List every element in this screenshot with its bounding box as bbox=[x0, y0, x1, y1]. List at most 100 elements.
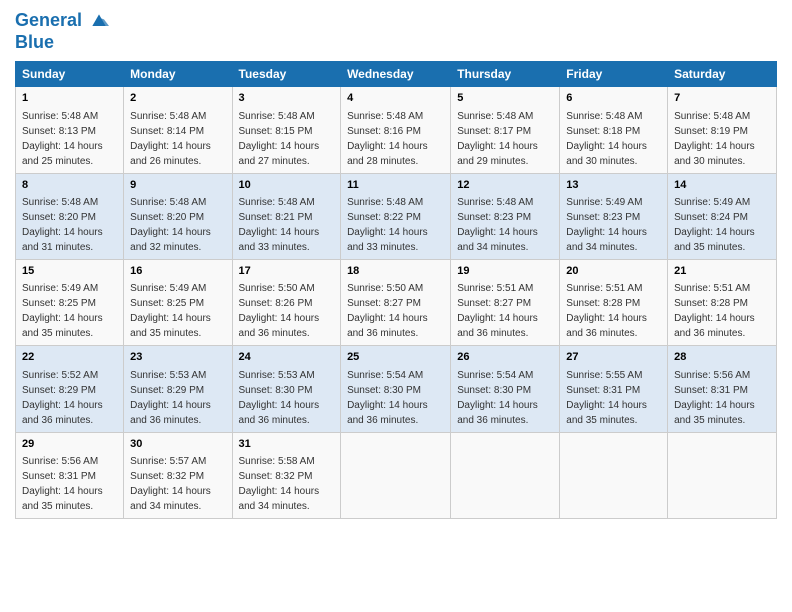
logo-subtext: Blue bbox=[15, 32, 109, 54]
calendar-cell: 29 Sunrise: 5:56 AMSunset: 8:31 PMDayligh… bbox=[16, 432, 124, 518]
day-number: 26 bbox=[457, 350, 553, 365]
calendar-cell: 4 Sunrise: 5:48 AMSunset: 8:16 PMDaylight… bbox=[341, 87, 451, 173]
calendar-cell: 16 Sunrise: 5:49 AMSunset: 8:25 PMDayligh… bbox=[124, 259, 232, 345]
calendar-cell: 27 Sunrise: 5:55 AMSunset: 8:31 PMDayligh… bbox=[560, 346, 668, 432]
day-number: 30 bbox=[130, 437, 225, 452]
calendar-cell: 24Sunrise: 5:53 AMSunset: 8:30 PMDayligh… bbox=[232, 346, 341, 432]
calendar-week-row: 22 Sunrise: 5:52 AMSunset: 8:29 PMDayligh… bbox=[16, 346, 777, 432]
weekday-header: Tuesday bbox=[232, 62, 341, 87]
day-number: 6 bbox=[566, 91, 661, 106]
day-info: Sunrise: 5:48 AMSunset: 8:21 PMDaylight:… bbox=[239, 197, 320, 253]
calendar-week-row: 29 Sunrise: 5:56 AMSunset: 8:31 PMDayligh… bbox=[16, 432, 777, 518]
day-info: Sunrise: 5:51 AMSunset: 8:28 PMDaylight:… bbox=[566, 283, 647, 339]
day-number: 18 bbox=[347, 264, 444, 279]
calendar-cell: 31Sunrise: 5:58 AMSunset: 8:32 PMDayligh… bbox=[232, 432, 341, 518]
calendar-cell: 20 Sunrise: 5:51 AMSunset: 8:28 PMDayligh… bbox=[560, 259, 668, 345]
day-number: 10 bbox=[239, 178, 335, 193]
day-info: Sunrise: 5:48 AMSunset: 8:15 PMDaylight:… bbox=[239, 111, 320, 167]
day-info: Sunrise: 5:48 AMSunset: 8:20 PMDaylight:… bbox=[22, 197, 103, 253]
day-number: 29 bbox=[22, 437, 117, 452]
day-info: Sunrise: 5:58 AMSunset: 8:32 PMDaylight:… bbox=[239, 456, 320, 512]
day-info: Sunrise: 5:48 AMSunset: 8:13 PMDaylight:… bbox=[22, 111, 103, 167]
logo-icon bbox=[89, 11, 109, 31]
calendar-cell: 14Sunrise: 5:49 AMSunset: 8:24 PMDayligh… bbox=[668, 173, 777, 259]
calendar-week-row: 1 Sunrise: 5:48 AMSunset: 8:13 PMDaylight… bbox=[16, 87, 777, 173]
calendar-cell: 18 Sunrise: 5:50 AMSunset: 8:27 PMDayligh… bbox=[341, 259, 451, 345]
calendar-cell: 28Sunrise: 5:56 AMSunset: 8:31 PMDayligh… bbox=[668, 346, 777, 432]
day-number: 23 bbox=[130, 350, 225, 365]
day-info: Sunrise: 5:48 AMSunset: 8:17 PMDaylight:… bbox=[457, 111, 538, 167]
day-number: 3 bbox=[239, 91, 335, 106]
header-row: SundayMondayTuesdayWednesdayThursdayFrid… bbox=[16, 62, 777, 87]
logo: General Blue bbox=[15, 10, 109, 53]
weekday-header: Sunday bbox=[16, 62, 124, 87]
calendar-week-row: 8 Sunrise: 5:48 AMSunset: 8:20 PMDaylight… bbox=[16, 173, 777, 259]
day-number: 8 bbox=[22, 178, 117, 193]
day-number: 13 bbox=[566, 178, 661, 193]
day-info: Sunrise: 5:56 AMSunset: 8:31 PMDaylight:… bbox=[22, 456, 103, 512]
day-number: 4 bbox=[347, 91, 444, 106]
day-number: 9 bbox=[130, 178, 225, 193]
day-number: 20 bbox=[566, 264, 661, 279]
weekday-header: Thursday bbox=[451, 62, 560, 87]
calendar-week-row: 15 Sunrise: 5:49 AMSunset: 8:25 PMDayligh… bbox=[16, 259, 777, 345]
day-number: 16 bbox=[130, 264, 225, 279]
weekday-header: Friday bbox=[560, 62, 668, 87]
day-number: 1 bbox=[22, 91, 117, 106]
day-info: Sunrise: 5:51 AMSunset: 8:28 PMDaylight:… bbox=[674, 283, 755, 339]
calendar-cell: 3 Sunrise: 5:48 AMSunset: 8:15 PMDaylight… bbox=[232, 87, 341, 173]
day-number: 14 bbox=[674, 178, 770, 193]
calendar-cell: 19Sunrise: 5:51 AMSunset: 8:27 PMDayligh… bbox=[451, 259, 560, 345]
day-number: 25 bbox=[347, 350, 444, 365]
calendar-cell: 5 Sunrise: 5:48 AMSunset: 8:17 PMDaylight… bbox=[451, 87, 560, 173]
day-info: Sunrise: 5:54 AMSunset: 8:30 PMDaylight:… bbox=[457, 370, 538, 426]
weekday-header: Wednesday bbox=[341, 62, 451, 87]
day-info: Sunrise: 5:54 AMSunset: 8:30 PMDaylight:… bbox=[347, 370, 428, 426]
day-number: 2 bbox=[130, 91, 225, 106]
day-number: 5 bbox=[457, 91, 553, 106]
day-info: Sunrise: 5:53 AMSunset: 8:29 PMDaylight:… bbox=[130, 370, 211, 426]
day-info: Sunrise: 5:48 AMSunset: 8:18 PMDaylight:… bbox=[566, 111, 647, 167]
calendar-cell: 11 Sunrise: 5:48 AMSunset: 8:22 PMDayligh… bbox=[341, 173, 451, 259]
calendar-cell: 21 Sunrise: 5:51 AMSunset: 8:28 PMDayligh… bbox=[668, 259, 777, 345]
day-number: 22 bbox=[22, 350, 117, 365]
day-number: 12 bbox=[457, 178, 553, 193]
day-number: 19 bbox=[457, 264, 553, 279]
calendar-cell bbox=[560, 432, 668, 518]
calendar-cell: 17 Sunrise: 5:50 AMSunset: 8:26 PMDayligh… bbox=[232, 259, 341, 345]
calendar-cell bbox=[341, 432, 451, 518]
day-info: Sunrise: 5:48 AMSunset: 8:16 PMDaylight:… bbox=[347, 111, 428, 167]
day-number: 24 bbox=[239, 350, 335, 365]
calendar-cell: 8 Sunrise: 5:48 AMSunset: 8:20 PMDaylight… bbox=[16, 173, 124, 259]
day-info: Sunrise: 5:49 AMSunset: 8:25 PMDaylight:… bbox=[130, 283, 211, 339]
day-number: 21 bbox=[674, 264, 770, 279]
calendar-cell: 22 Sunrise: 5:52 AMSunset: 8:29 PMDayligh… bbox=[16, 346, 124, 432]
calendar-cell: 2 Sunrise: 5:48 AMSunset: 8:14 PMDaylight… bbox=[124, 87, 232, 173]
calendar-cell: 26 Sunrise: 5:54 AMSunset: 8:30 PMDayligh… bbox=[451, 346, 560, 432]
day-number: 7 bbox=[674, 91, 770, 106]
header: General Blue bbox=[15, 10, 777, 53]
day-number: 17 bbox=[239, 264, 335, 279]
calendar-cell bbox=[668, 432, 777, 518]
day-info: Sunrise: 5:48 AMSunset: 8:14 PMDaylight:… bbox=[130, 111, 211, 167]
day-info: Sunrise: 5:50 AMSunset: 8:26 PMDaylight:… bbox=[239, 283, 320, 339]
day-info: Sunrise: 5:48 AMSunset: 8:19 PMDaylight:… bbox=[674, 111, 755, 167]
calendar-cell: 13Sunrise: 5:49 AMSunset: 8:23 PMDayligh… bbox=[560, 173, 668, 259]
calendar-cell: 7 Sunrise: 5:48 AMSunset: 8:19 PMDaylight… bbox=[668, 87, 777, 173]
day-info: Sunrise: 5:50 AMSunset: 8:27 PMDaylight:… bbox=[347, 283, 428, 339]
day-number: 11 bbox=[347, 178, 444, 193]
day-number: 15 bbox=[22, 264, 117, 279]
calendar-cell: 10 Sunrise: 5:48 AMSunset: 8:21 PMDayligh… bbox=[232, 173, 341, 259]
calendar-table: SundayMondayTuesdayWednesdayThursdayFrid… bbox=[15, 61, 777, 519]
calendar-cell: 12 Sunrise: 5:48 AMSunset: 8:23 PMDayligh… bbox=[451, 173, 560, 259]
weekday-header: Saturday bbox=[668, 62, 777, 87]
day-info: Sunrise: 5:55 AMSunset: 8:31 PMDaylight:… bbox=[566, 370, 647, 426]
day-info: Sunrise: 5:52 AMSunset: 8:29 PMDaylight:… bbox=[22, 370, 103, 426]
day-number: 27 bbox=[566, 350, 661, 365]
calendar-cell: 9 Sunrise: 5:48 AMSunset: 8:20 PMDaylight… bbox=[124, 173, 232, 259]
day-info: Sunrise: 5:48 AMSunset: 8:22 PMDaylight:… bbox=[347, 197, 428, 253]
calendar-cell: 6 Sunrise: 5:48 AMSunset: 8:18 PMDaylight… bbox=[560, 87, 668, 173]
day-info: Sunrise: 5:48 AMSunset: 8:20 PMDaylight:… bbox=[130, 197, 211, 253]
day-info: Sunrise: 5:48 AMSunset: 8:23 PMDaylight:… bbox=[457, 197, 538, 253]
logo-text: General bbox=[15, 10, 109, 32]
